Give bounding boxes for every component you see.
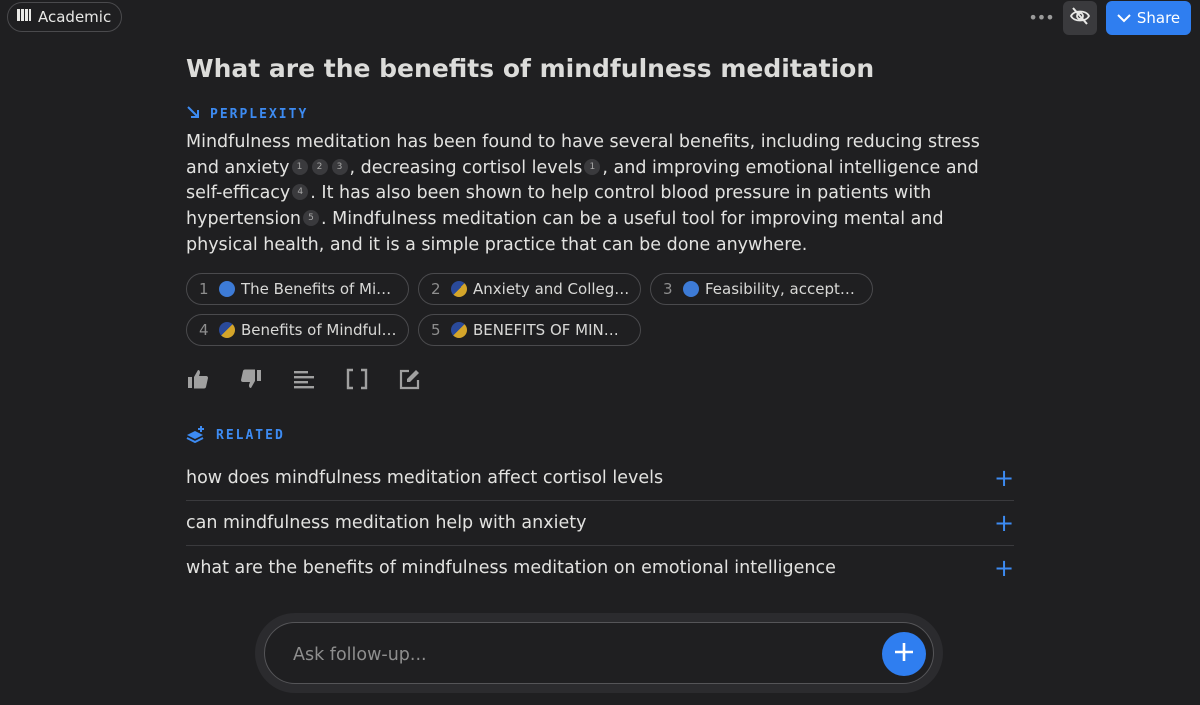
- related-item[interactable]: can mindfulness meditation help with anx…: [186, 501, 1014, 546]
- arrow-down-right-icon: [186, 105, 200, 123]
- related-section-label: RELATED: [186, 425, 1014, 447]
- source-favicon-icon: [451, 280, 467, 297]
- related-question: what are the benefits of mindfulness med…: [186, 557, 836, 578]
- source-title: Benefits of Mindfuln…: [241, 320, 398, 339]
- edit-icon[interactable]: [398, 367, 422, 391]
- related-item[interactable]: what are the benefits of mindfulness med…: [186, 546, 1014, 590]
- source-chip[interactable]: 3 Feasibility, accepta…: [650, 272, 873, 305]
- hide-thread-button[interactable]: [1063, 1, 1097, 35]
- citation-badge[interactable]: 1: [584, 158, 601, 175]
- source-chip[interactable]: 4 Benefits of Mindfuln…: [186, 313, 409, 346]
- related-label: RELATED: [216, 428, 285, 444]
- eye-off-icon: [1069, 7, 1091, 29]
- source-favicon-icon: [219, 280, 235, 297]
- source-title: Anxiety and College…: [473, 279, 630, 298]
- answer-label: PERPLEXITY: [210, 106, 309, 122]
- source-chip[interactable]: 5 BENEFITS OF MINDFU…: [418, 313, 641, 346]
- plus-icon[interactable]: +: [994, 556, 1014, 580]
- followup-box: [264, 622, 934, 684]
- sources-list: 1 The Benefits of Mind… 2 Anxiety and Colle…: [186, 272, 886, 346]
- followup-input[interactable]: [291, 641, 875, 669]
- library-icon: [16, 7, 32, 27]
- citation-badge[interactable]: 3: [331, 158, 348, 175]
- source-number: 1: [199, 279, 209, 298]
- citation-badge[interactable]: 2: [311, 158, 328, 175]
- source-title: BENEFITS OF MINDFU…: [473, 320, 630, 339]
- top-bar: Academic ••• Share: [0, 0, 1200, 36]
- source-favicon-icon: [219, 321, 235, 338]
- source-title: The Benefits of Mind…: [241, 279, 398, 298]
- answer-text: Mindfulness meditation has been found to…: [186, 130, 1014, 259]
- thread-content: What are the benefits of mindfulness med…: [186, 52, 1014, 590]
- plus-icon[interactable]: +: [994, 511, 1014, 535]
- more-options-icon[interactable]: •••: [1028, 8, 1054, 28]
- source-chip[interactable]: 1 The Benefits of Mind…: [186, 272, 409, 305]
- citation-badge[interactable]: 5: [303, 210, 320, 227]
- citation-badge[interactable]: 4: [292, 184, 309, 201]
- plus-icon: [893, 641, 915, 667]
- source-number: 3: [663, 279, 673, 298]
- source-number: 2: [431, 279, 441, 298]
- answer-actions: [186, 366, 1014, 392]
- plus-icon[interactable]: +: [994, 466, 1014, 490]
- align-left-icon[interactable]: [292, 367, 316, 391]
- share-label: Share: [1136, 9, 1181, 27]
- source-number: 4: [199, 320, 209, 339]
- thumbs-up-icon[interactable]: [186, 367, 210, 391]
- share-button[interactable]: Share: [1106, 1, 1191, 35]
- source-chip[interactable]: 2 Anxiety and College…: [418, 272, 641, 305]
- followup-container: [255, 613, 943, 693]
- focus-mode-button[interactable]: Academic: [7, 2, 123, 32]
- related-list: how does mindfulness meditation affect c…: [186, 456, 1014, 590]
- related-question: how does mindfulness meditation affect c…: [186, 467, 664, 488]
- submit-button[interactable]: [882, 632, 926, 676]
- related-question: can mindfulness meditation help with anx…: [186, 512, 587, 533]
- brackets-icon[interactable]: [345, 367, 369, 391]
- answer-segment: , decreasing cortisol levels: [349, 157, 583, 178]
- thread-title: What are the benefits of mindfulness med…: [186, 54, 875, 83]
- source-number: 5: [431, 320, 441, 339]
- chevron-down-icon: [1117, 9, 1131, 27]
- related-item[interactable]: how does mindfulness meditation affect c…: [186, 456, 1014, 501]
- citation-badge[interactable]: 1: [291, 158, 308, 175]
- source-title: Feasibility, accepta…: [705, 279, 862, 298]
- answer-section-label: PERPLEXITY: [186, 104, 1014, 124]
- focus-mode-label: Academic: [38, 8, 112, 26]
- source-favicon-icon: [451, 321, 467, 338]
- thumbs-down-icon[interactable]: [239, 367, 263, 391]
- source-favicon-icon: [683, 280, 699, 297]
- layers-plus-icon: [186, 425, 206, 447]
